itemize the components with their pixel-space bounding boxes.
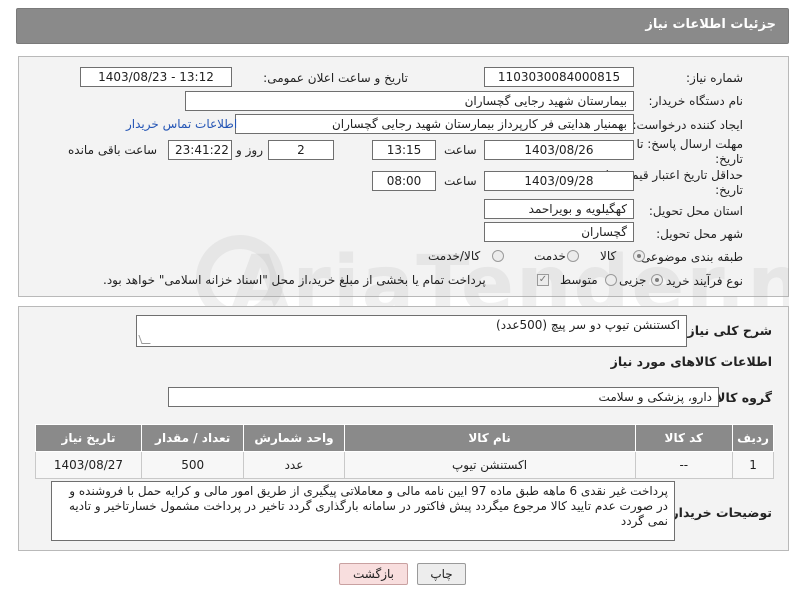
buyer-label: نام دستگاه خریدار: <box>648 94 744 108</box>
need-number-field: 1103030084000815 <box>484 67 634 87</box>
resize-handle-icon[interactable] <box>138 335 151 344</box>
col-item-name: نام کالا <box>343 424 636 452</box>
days-label: روز و <box>236 143 263 157</box>
table-row: 1 -- اکستنشن تیوپ عدد 500 1403/08/27 <box>35 451 774 479</box>
description-field: اکستنشن تیوپ دو سر پیچ (500عدد) <box>136 315 687 347</box>
purchase-radio-minor[interactable] <box>651 274 663 286</box>
back-button[interactable]: بازگشت <box>339 563 408 585</box>
col-unit: واحد شمارش <box>243 424 345 452</box>
group-label: گروه کالا: <box>711 390 772 405</box>
buyer-field: بیمارستان شهید رجایی گچساران <box>185 91 634 111</box>
deadline-date-field: 1403/08/26 <box>484 140 634 160</box>
buyer-notes-text: پرداخت غیر نقدی 6 ماهه طبق ماده 97 ایین … <box>68 484 668 528</box>
purchase-option-minor: جزیی <box>619 273 647 287</box>
purchase-type-label: نوع فرآیند خرید : <box>658 274 743 288</box>
province-field: کهگیلویه و بویراحمد <box>484 199 634 219</box>
treasury-note: پرداخت تمام یا بخشی از مبلغ خرید،از محل … <box>103 273 486 287</box>
buyer-notes-label: توضیحات خریدار: <box>666 505 772 520</box>
treasury-checkbox[interactable]: ✓ <box>537 274 549 286</box>
items-heading: اطلاعات کالاهای مورد نیاز <box>610 354 772 369</box>
deadline-time-field: 13:15 <box>372 140 436 160</box>
remaining-time-label: ساعت باقی مانده <box>68 143 158 157</box>
cell-need-date: 1403/08/27 <box>35 451 142 479</box>
deadline-label-line2: تاریخ: <box>715 152 743 166</box>
city-label: شهر محل تحویل: <box>656 227 743 241</box>
city-field: گچساران <box>484 222 634 242</box>
col-need-date: تاریخ نیاز <box>35 424 142 452</box>
category-radio-goods[interactable] <box>633 250 645 262</box>
announce-label: تاریخ و ساعت اعلان عمومی: <box>263 71 408 85</box>
province-label: استان محل تحویل: <box>648 204 743 218</box>
buyer-contact-link[interactable]: اطلاعات تماس خریدار <box>126 117 237 131</box>
page-title: جزئیات اطلاعات نیاز <box>645 17 776 32</box>
col-item-code: کد کالا <box>634 424 734 452</box>
category-radio-goods-service[interactable] <box>492 250 504 262</box>
remaining-time-field: 23:41:22 <box>168 140 232 160</box>
need-number-label: شماره نیاز: <box>686 71 743 85</box>
items-table-header: ردیف کد کالا نام کالا واحد شمارش تعداد /… <box>35 424 774 452</box>
creator-field: بهمنیار هدایتی فر کارپرداز بیمارستان شهی… <box>235 114 634 134</box>
validity-time-field: 08:00 <box>372 171 436 191</box>
buyer-notes-field: پرداخت غیر نقدی 6 ماهه طبق ماده 97 ایین … <box>51 481 675 541</box>
category-option-goods: کالا <box>600 249 617 263</box>
category-option-goods-service: کالا/خدمت <box>428 249 481 263</box>
validity-time-label: ساعت <box>444 174 477 188</box>
category-label: طبقه بندی موضوعی: <box>636 250 743 264</box>
deadline-time-label: ساعت <box>444 143 477 157</box>
validity-label-line2: تاریخ: <box>715 183 743 197</box>
category-option-service: خدمت <box>534 249 566 263</box>
days-remaining-field: 2 <box>268 140 334 160</box>
items-table: ردیف کد کالا نام کالا واحد شمارش تعداد /… <box>35 424 774 479</box>
cell-item-code: -- <box>634 451 734 479</box>
purchase-option-medium: متوسط <box>560 273 598 287</box>
cell-quantity: 500 <box>140 451 245 479</box>
print-button[interactable]: چاپ <box>417 563 466 585</box>
cell-row-number: 1 <box>732 451 774 479</box>
cell-item-name: اکستنشن تیوپ <box>343 451 636 479</box>
deadline-label-line1: مهلت ارسال پاسخ: تا <box>636 137 743 151</box>
description-text: اکستنشن تیوپ دو سر پیچ (500عدد) <box>496 318 680 332</box>
validity-date-field: 1403/09/28 <box>484 171 634 191</box>
purchase-radio-medium[interactable] <box>605 274 617 286</box>
creator-label: ایجاد کننده درخواست: <box>632 118 743 132</box>
col-quantity: تعداد / مقدار <box>140 424 245 452</box>
announce-field: 1403/08/23 - 13:12 <box>80 67 232 87</box>
description-label: شرح کلی نیاز: <box>682 323 772 338</box>
group-field: دارو، پزشکی و سلامت <box>168 387 719 407</box>
col-row-number: ردیف <box>732 424 774 452</box>
page-title-bar: جزئیات اطلاعات نیاز <box>16 8 789 44</box>
category-radio-service[interactable] <box>567 250 579 262</box>
cell-unit: عدد <box>243 451 345 479</box>
